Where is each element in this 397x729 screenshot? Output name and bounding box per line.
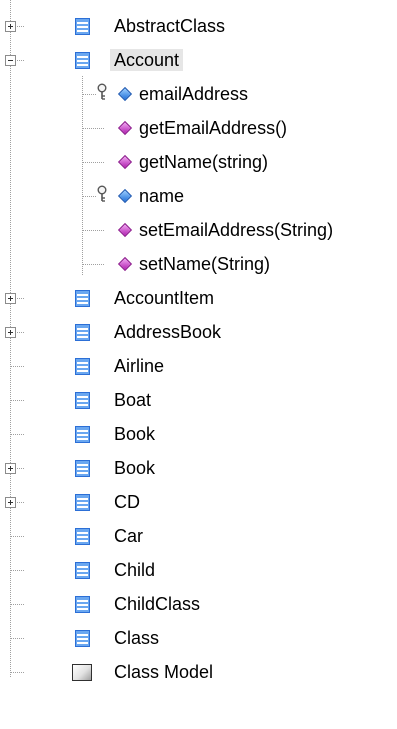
operation-diamond-icon	[117, 154, 133, 170]
tree-member[interactable]: emailAddress	[0, 78, 397, 112]
tree-node[interactable]: CD	[0, 486, 397, 520]
class-icon	[75, 528, 90, 545]
class-icon	[75, 426, 90, 443]
operation-diamond-icon	[117, 256, 133, 272]
class-icon	[75, 460, 90, 477]
tree-node[interactable]: Car	[0, 520, 397, 554]
tree-node-label: ChildClass	[114, 594, 201, 614]
tree-node[interactable]: AccountItem	[0, 282, 397, 316]
tree-node[interactable]: AddressBook	[0, 316, 397, 350]
class-icon	[75, 52, 90, 69]
tree-connector	[10, 366, 24, 367]
class-icon	[75, 596, 90, 613]
class-model-icon	[72, 664, 92, 681]
class-icon	[75, 392, 90, 409]
tree-member[interactable]: setName(String)	[0, 248, 397, 282]
tree-node-label: Class Model	[114, 662, 214, 682]
attribute-label: emailAddress	[139, 84, 249, 104]
tree-connector	[10, 672, 24, 673]
class-icon	[75, 290, 90, 307]
tree-connector	[10, 604, 24, 605]
class-icon	[75, 562, 90, 579]
tree-node[interactable]: Boat	[0, 384, 397, 418]
expand-toggle-icon[interactable]	[5, 327, 16, 338]
tree-member[interactable]: getName(string)	[0, 146, 397, 180]
tree-connector	[82, 196, 96, 197]
tree-node[interactable]: Class	[0, 622, 397, 656]
attribute-label: name	[139, 186, 185, 206]
tree-node[interactable]: Class Model	[0, 656, 397, 690]
tree-member[interactable]: name	[0, 180, 397, 214]
operation-diamond-icon	[117, 222, 133, 238]
key-icon	[97, 83, 107, 100]
class-icon	[75, 324, 90, 341]
tree-node[interactable]: Book	[0, 418, 397, 452]
tree-node-label: Boat	[114, 390, 152, 410]
tree-node-label: AccountItem	[114, 288, 215, 308]
tree-connector	[10, 400, 24, 401]
tree-node-label: AbstractClass	[114, 16, 226, 36]
tree-connector	[10, 570, 24, 571]
tree-node-label: Book	[114, 458, 156, 478]
operation-label: getName(string)	[139, 152, 269, 172]
class-icon	[75, 494, 90, 511]
tree-node-label: Class	[114, 628, 160, 648]
tree-member[interactable]: getEmailAddress()	[0, 112, 397, 146]
class-icon	[75, 18, 90, 35]
tree-node-label: Airline	[114, 356, 165, 376]
tree-node[interactable]: Book	[0, 452, 397, 486]
tree-node[interactable]: Airline	[0, 350, 397, 384]
attribute-diamond-icon	[117, 86, 133, 102]
tree-node-label: Account	[110, 49, 184, 71]
collapse-toggle-icon[interactable]	[5, 55, 16, 66]
expand-toggle-icon[interactable]	[5, 293, 16, 304]
expand-toggle-icon[interactable]	[5, 497, 16, 508]
operation-label: setEmailAddress(String)	[139, 220, 334, 240]
tree-node-label: CD	[114, 492, 140, 512]
tree-node-label: Car	[114, 526, 144, 546]
class-icon	[75, 358, 90, 375]
expand-toggle-icon[interactable]	[5, 21, 16, 32]
key-icon	[97, 185, 107, 202]
tree-node[interactable]: Account	[0, 44, 397, 78]
tree-node[interactable]: ChildClass	[0, 588, 397, 622]
tree-connector	[10, 536, 24, 537]
tree-connector	[82, 230, 104, 231]
tree-connector	[82, 264, 104, 265]
operation-diamond-icon	[117, 120, 133, 136]
tree-connector	[82, 162, 104, 163]
tree-node-label: Book	[114, 424, 156, 444]
tree-node[interactable]: AbstractClass	[0, 10, 397, 44]
tree-connector	[10, 638, 24, 639]
tree-node-label: Child	[114, 560, 156, 580]
tree-member[interactable]: setEmailAddress(String)	[0, 214, 397, 248]
tree-connector	[82, 128, 104, 129]
attribute-diamond-icon	[117, 188, 133, 204]
project-browser-tree: AbstractClass Account emailAddress getEmail…	[0, 0, 397, 729]
expand-toggle-icon[interactable]	[5, 463, 16, 474]
tree-connector	[10, 434, 24, 435]
operation-label: setName(String)	[139, 254, 271, 274]
class-icon	[75, 630, 90, 647]
tree-node[interactable]: Child	[0, 554, 397, 588]
operation-label: getEmailAddress()	[139, 118, 288, 138]
tree-node-label: AddressBook	[114, 322, 222, 342]
tree-connector	[82, 94, 96, 95]
